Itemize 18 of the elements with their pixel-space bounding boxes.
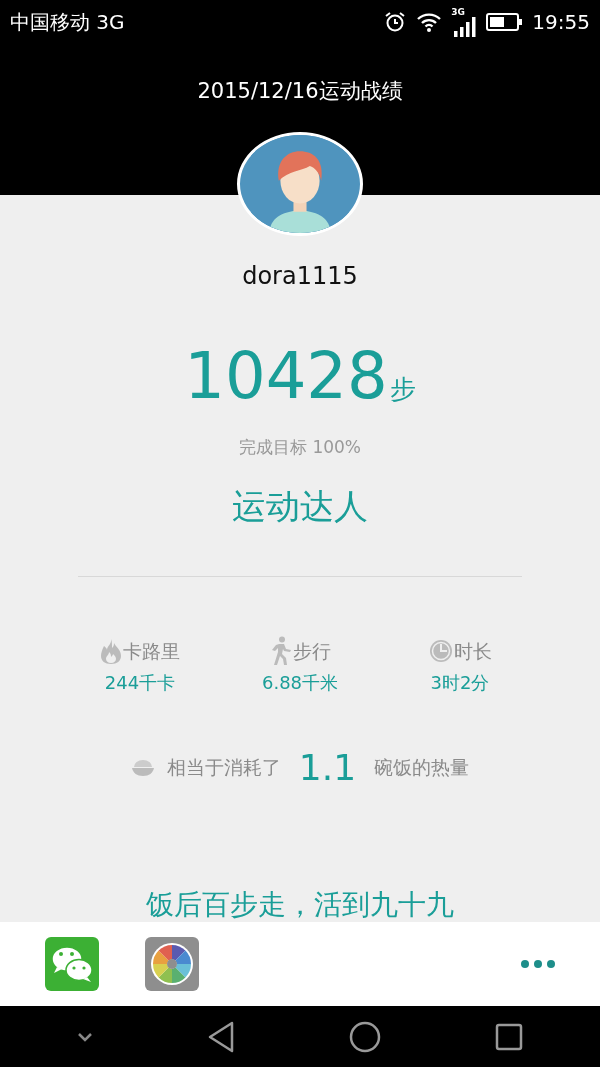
stat-label: 卡路里 xyxy=(123,639,180,664)
achievement-title: 运动达人 xyxy=(232,486,368,526)
stat-label: 时长 xyxy=(453,639,492,664)
equivalent-label: 碗饭的热量 xyxy=(374,754,470,780)
stat-value: 6.88千米 xyxy=(261,671,339,695)
slogan: 饭后百步走，活到九十九 xyxy=(146,888,454,922)
step-unit: 步 xyxy=(389,373,416,406)
stat-value: 3时2分 xyxy=(430,671,490,695)
stat-value: 244千卡 xyxy=(104,671,176,695)
step-count: 10428 xyxy=(184,341,388,411)
username: dora1115 xyxy=(242,261,358,291)
page-title: 2015/12/16运动战绩 xyxy=(197,78,403,105)
clock-time: 19:55 xyxy=(532,10,590,34)
equivalent-label: 相当于消耗了 xyxy=(166,754,281,780)
stat-label: 步行 xyxy=(292,639,331,664)
carrier-label: 中国移动 3G xyxy=(10,8,125,36)
bowl-count: 1.1 xyxy=(298,747,357,788)
network-type-label: 3G xyxy=(451,7,465,17)
